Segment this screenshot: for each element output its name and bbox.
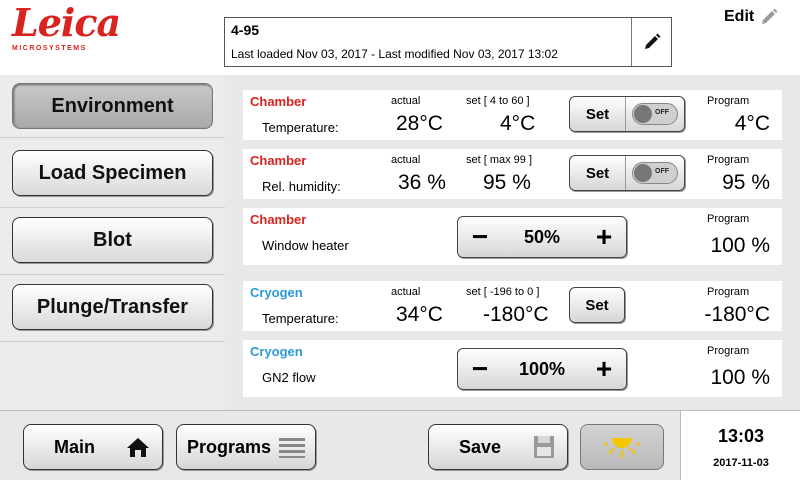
group-label: Chamber	[250, 94, 307, 109]
pencil-icon	[644, 33, 660, 49]
actual-label: actual	[391, 95, 421, 107]
parameter-label: Temperature:	[262, 120, 339, 135]
nav-load-specimen[interactable]: Load Specimen	[12, 150, 213, 196]
programs-button-label: Programs	[187, 436, 272, 457]
protocol-edit-button[interactable]	[631, 18, 671, 66]
logo-wordmark: Leica	[12, 0, 121, 45]
group-label: Cryogen	[250, 344, 303, 359]
divider	[0, 341, 225, 342]
program-label: Program	[707, 95, 750, 107]
power-toggle[interactable]: OFF	[625, 97, 684, 131]
leica-logo: Leica MICROSYSTEMS	[0, 0, 121, 70]
power-toggle[interactable]: OFF	[625, 156, 684, 190]
save-button-label: Save	[459, 436, 502, 457]
group-label: Chamber	[250, 153, 307, 168]
set-range-label: set [ max 99 ]	[466, 154, 533, 166]
divider	[0, 207, 225, 208]
divider	[0, 274, 225, 275]
set-button[interactable]: Set OFF	[569, 96, 685, 132]
gn2-flow-stepper: − 100% +	[457, 348, 627, 390]
floppy-disk-icon	[534, 436, 554, 458]
parameter-label: GN2 flow	[262, 370, 316, 385]
increase-button[interactable]: +	[582, 349, 626, 389]
set-value: -180°C	[483, 303, 549, 326]
lamp-icon	[604, 438, 640, 458]
toggle-knob	[634, 105, 652, 123]
toggle-switch[interactable]: OFF	[632, 162, 678, 184]
program-label: Program	[707, 213, 750, 225]
toggle-switch[interactable]: OFF	[632, 103, 678, 125]
toggle-knob	[634, 164, 652, 182]
bottom-bar: Main Programs Save 13:03 2017-11-03	[0, 410, 800, 480]
program-value: 4°C	[734, 112, 770, 135]
clock: 13:03 2017-11-03	[680, 411, 800, 480]
set-button-label: Set	[585, 164, 610, 182]
edit-button[interactable]: Edit	[724, 8, 778, 26]
set-button-label: Set	[585, 296, 609, 314]
actual-value: 28°C	[396, 112, 443, 135]
toggle-state: OFF	[655, 109, 669, 116]
edit-label: Edit	[724, 8, 755, 25]
actual-value: 36 %	[398, 171, 446, 194]
logo-subtitle: MICROSYSTEMS	[12, 45, 87, 52]
protocol-info: Last loaded Nov 03, 2017 - Last modified…	[231, 47, 558, 61]
group-label: Cryogen	[250, 285, 303, 300]
protocol-panel: 4-95 Last loaded Nov 03, 2017 - Last mod…	[224, 17, 672, 67]
program-label: Program	[707, 286, 750, 298]
stepper-value: 50%	[523, 226, 561, 247]
parameter-label: Window heater	[262, 238, 349, 253]
save-button[interactable]: Save	[428, 424, 568, 470]
chamber-temperature-row: Chamber Temperature: actual 28°C set [ 4…	[243, 90, 782, 140]
set-range-label: set [ -196 to 0 ]	[466, 286, 540, 298]
actual-label: actual	[391, 154, 421, 166]
program-value: 100 %	[710, 366, 770, 389]
group-label: Chamber	[250, 212, 307, 227]
program-label: Program	[707, 345, 750, 357]
decrease-button[interactable]: −	[458, 217, 502, 257]
main-button-label: Main	[54, 436, 96, 457]
cryogen-temperature-row: Cryogen Temperature: actual 34°C set [ -…	[243, 281, 782, 331]
divider	[0, 137, 225, 138]
environment-panel: Chamber Temperature: actual 28°C set [ 4…	[225, 75, 800, 410]
home-icon	[127, 438, 149, 457]
pencil-icon	[762, 8, 778, 24]
main-button[interactable]: Main	[23, 424, 163, 470]
nav-blot[interactable]: Blot	[12, 217, 213, 263]
program-value: 100 %	[710, 234, 770, 257]
list-icon	[279, 438, 305, 458]
nav-plunge-transfer[interactable]: Plunge/Transfer	[12, 284, 213, 330]
program-value: 95 %	[722, 171, 770, 194]
set-value: 4°C	[500, 112, 536, 135]
window-heater-row: Chamber Window heater − 50% + Program 10…	[243, 208, 782, 265]
sidebar: Environment Load Specimen Blot Plunge/Tr…	[0, 75, 225, 410]
program-value: -180°C	[704, 303, 770, 326]
set-button[interactable]: Set OFF	[569, 155, 685, 191]
parameter-label: Temperature:	[262, 311, 339, 326]
stepper-value: 100%	[518, 358, 566, 379]
window-heater-stepper: − 50% +	[457, 216, 627, 258]
program-label: Program	[707, 154, 750, 166]
set-button[interactable]: Set	[569, 287, 625, 323]
protocol-name: 4-95	[231, 22, 260, 38]
actual-value: 34°C	[396, 303, 443, 326]
increase-button[interactable]: +	[582, 217, 626, 257]
set-range-label: set [ 4 to 60 ]	[466, 95, 530, 107]
clock-date: 2017-11-03	[713, 457, 769, 469]
decrease-button[interactable]: −	[458, 349, 502, 389]
clock-time: 13:03	[717, 426, 765, 446]
nav-environment[interactable]: Environment	[12, 83, 213, 129]
parameter-label: Rel. humidity:	[262, 179, 341, 194]
toggle-state: OFF	[655, 168, 669, 175]
set-value: 95 %	[483, 171, 531, 194]
actual-label: actual	[391, 286, 421, 298]
programs-button[interactable]: Programs	[176, 424, 316, 470]
light-toggle-button[interactable]	[580, 424, 664, 470]
chamber-humidity-row: Chamber Rel. humidity: actual 36 % set […	[243, 149, 782, 199]
gn2-flow-row: Cryogen GN2 flow − 100% + Program 100 %	[243, 340, 782, 397]
set-button-label: Set	[585, 105, 610, 123]
